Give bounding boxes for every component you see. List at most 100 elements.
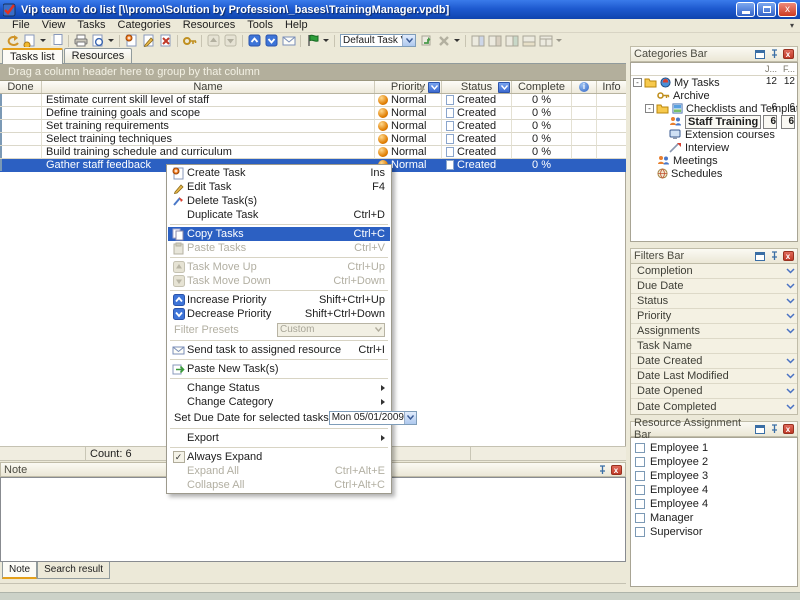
print-icon[interactable] [72,34,89,48]
filter-due-date[interactable]: Due Date [631,279,797,294]
menu-tools[interactable]: Tools [241,19,279,32]
resource-checkbox[interactable] [635,527,645,537]
menu-item-edit-task[interactable]: Edit TaskF4 [168,180,390,194]
dropdown-icon[interactable] [786,370,795,382]
dropdown-icon[interactable] [786,280,795,292]
task-view-dropdown-icon[interactable] [402,35,415,46]
task-row[interactable]: Select training techniques Normal Create… [0,133,626,146]
column-header-complete[interactable]: Complete [512,81,572,93]
menubar-overflow-icon[interactable]: ▾ [790,21,794,30]
open-list-icon[interactable] [48,34,65,48]
menu-item-paste-tasks[interactable]: Paste TasksCtrl+V [168,241,390,255]
decrease-priority-icon[interactable] [263,34,280,48]
menu-item-decrease-priority[interactable]: Decrease PriorityShift+Ctrl+Down [168,307,390,321]
dropdown-icon[interactable] [786,355,795,367]
filter-flag-icon[interactable] [304,34,321,48]
resource-bar-toggle-icon[interactable] [503,34,520,48]
tree-item-my-tasks[interactable]: - My Tasks 12 12 [631,76,797,89]
task-row[interactable]: Set training requirements Normal Created… [0,120,626,133]
resource-window-icon[interactable] [754,424,766,435]
dropdown-icon[interactable] [404,412,416,424]
restore-button[interactable] [757,2,776,17]
menu-item-task-move-down[interactable]: Task Move DownCtrl+Down [168,274,390,288]
resource-item[interactable]: Employee 4 [634,483,797,496]
categories-pin-icon[interactable] [768,49,780,60]
new-task-list-icon[interactable] [21,34,38,48]
menu-categories[interactable]: Categories [112,19,177,32]
categories-close-icon[interactable]: x [782,49,794,60]
filters-bar-toggle-icon[interactable] [486,34,503,48]
new-dropdown-icon[interactable] [40,39,46,42]
task-move-up-icon[interactable] [205,34,222,48]
print-dropdown-icon[interactable] [108,39,114,42]
dropdown-icon[interactable] [786,265,795,277]
menu-resources[interactable]: Resources [177,19,242,32]
resource-pin-icon[interactable] [768,424,780,435]
done-checkbox[interactable] [0,94,2,107]
task-view-combobox[interactable]: Default Task V [340,34,416,47]
menu-item-increase-priority[interactable]: Increase PriorityShift+Ctrl+Up [168,293,390,307]
menu-item-filter-presets[interactable]: Filter Presets Custom [168,321,390,338]
send-task-icon[interactable] [280,34,297,48]
filter-task-name[interactable]: Task Name [631,339,797,354]
group-by-bar[interactable]: Drag a column header here to group by th… [0,64,626,81]
done-checkbox[interactable] [0,159,2,172]
resource-item[interactable]: Employee 1 [634,441,797,454]
tree-item-staff-training[interactable]: Staff Training 6 6 [631,115,797,128]
due-date-combobox[interactable]: Mon 05/01/2009 [329,411,417,425]
apply-view-icon[interactable] [418,34,435,48]
resource-checkbox[interactable] [635,443,645,453]
menu-view[interactable]: View [36,19,72,32]
dropdown-icon[interactable] [786,385,795,397]
done-checkbox[interactable] [0,107,2,120]
filter-priority[interactable]: Priority [631,309,797,324]
menu-item-create-task[interactable]: Create TaskIns [168,166,390,180]
tree-item-checklists[interactable]: - Checklists and Templates 6 6 [631,102,797,115]
create-task-icon[interactable] [123,34,140,48]
filter-dropdown-icon[interactable] [323,39,329,42]
column-header-info[interactable]: Info [597,81,626,93]
resource-checkbox[interactable] [635,499,645,509]
panels-layout-icon[interactable] [537,34,554,48]
filter-date-completed[interactable]: Date Completed [631,399,797,414]
column-header-info-icon[interactable]: i [572,81,597,93]
resource-item[interactable]: Supervisor [634,525,797,538]
tree-column-1[interactable]: J... [765,64,777,74]
filter-date-last-modified[interactable]: Date Last Modified [631,369,797,384]
menu-item-collapse-all[interactable]: Collapse AllCtrl+Alt+C [168,478,390,492]
resource-item[interactable]: Manager [634,511,797,524]
done-checkbox[interactable] [0,146,2,159]
print-preview-icon[interactable] [89,34,106,48]
menu-file[interactable]: File [6,19,36,32]
undo-icon[interactable] [4,34,21,48]
task-row[interactable]: Define training goals and scope Normal C… [0,107,626,120]
task-row[interactable]: Estimate current skill level of staff No… [0,94,626,107]
tab-search-result[interactable]: Search result [37,562,110,579]
column-header-priority[interactable]: Priority [375,81,442,93]
menu-item-paste-new-tasks[interactable]: Paste New Task(s) [168,362,390,376]
filter-status[interactable]: Status [631,294,797,309]
filters-pin-icon[interactable] [768,251,780,262]
delete-task-icon[interactable] [157,34,174,48]
note-pin-icon[interactable] [596,464,608,475]
menu-tasks[interactable]: Tasks [71,19,111,32]
resource-item[interactable]: Employee 2 [634,455,797,468]
collapse-icon[interactable]: - [633,78,642,87]
categories-window-icon[interactable] [754,49,766,60]
menu-item-task-move-up[interactable]: Task Move UpCtrl+Up [168,260,390,274]
menu-item-expand-all[interactable]: Expand AllCtrl+Alt+E [168,464,390,478]
dropdown-icon[interactable] [786,325,795,337]
tab-tasks-list[interactable]: Tasks list [2,48,63,64]
panels-dropdown-icon[interactable] [556,39,562,42]
priority-filter-icon[interactable] [428,82,440,93]
clear-view-icon[interactable] [435,34,452,48]
resource-item[interactable]: Employee 3 [634,469,797,482]
status-filter-icon[interactable] [498,82,510,93]
menu-item-copy-tasks[interactable]: Copy TasksCtrl+C [168,227,390,241]
menu-item-send-task[interactable]: Send task to assigned resourceCtrl+I [168,343,390,357]
filter-completion[interactable]: Completion [631,264,797,279]
resource-checkbox[interactable] [635,457,645,467]
tab-note[interactable]: Note [2,562,37,579]
close-button[interactable]: x [778,2,797,17]
column-header-name[interactable]: Name [42,81,375,93]
